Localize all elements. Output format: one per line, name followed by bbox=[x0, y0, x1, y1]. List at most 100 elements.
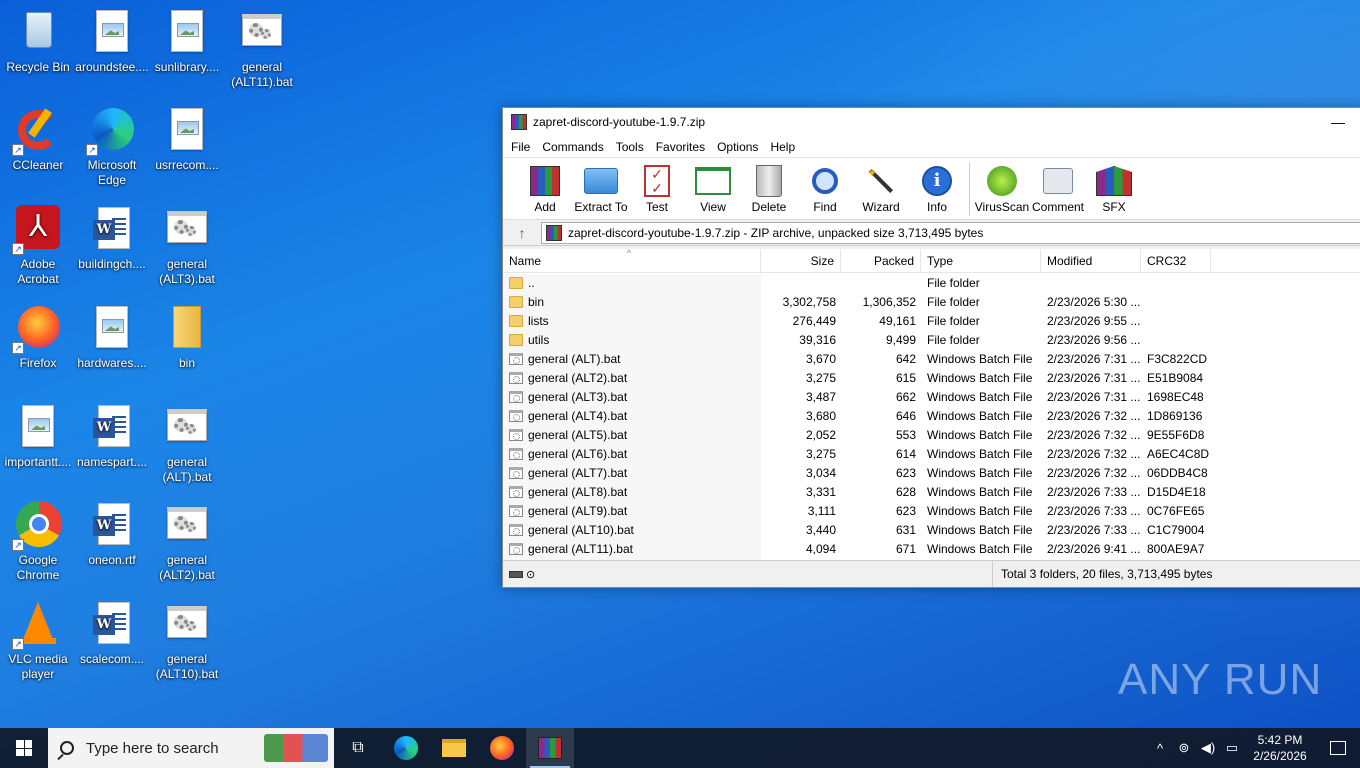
cell-size: 3,034 bbox=[805, 465, 836, 480]
notifications-button[interactable] bbox=[1316, 741, 1360, 755]
table-row[interactable]: general (ALT).bat 3,670 642 Windows Batch F… bbox=[503, 349, 1360, 368]
recycle-bin-icon bbox=[14, 8, 62, 56]
menu-file[interactable]: File bbox=[505, 140, 536, 154]
winrar-window[interactable]: zapret-discord-youtube-1.9.7.zip — File C… bbox=[502, 107, 1360, 588]
file-name: general (ALT3).bat bbox=[528, 389, 628, 404]
table-row[interactable]: general (ALT8).bat 3,331 628 Windows Batch … bbox=[503, 482, 1360, 501]
windows-logo-icon bbox=[16, 740, 32, 756]
table-row[interactable]: general (ALT9).bat 3,111 623 Windows Batch … bbox=[503, 501, 1360, 520]
desktop-icon[interactable]: general (ALT2).bat bbox=[149, 501, 225, 583]
table-row[interactable]: general (ALT2).bat 3,275 615 Windows Batch … bbox=[503, 368, 1360, 387]
search-highlight-icon[interactable] bbox=[264, 734, 328, 762]
desktop-icon[interactable]: usrrecom.... bbox=[149, 106, 225, 173]
toolbar-extract-to-button[interactable]: Extract To bbox=[573, 158, 629, 214]
menu-tools[interactable]: Tools bbox=[610, 140, 650, 154]
batch-file-icon bbox=[509, 523, 523, 536]
desktop-icon[interactable]: Wbuildingch.... bbox=[74, 205, 150, 272]
toolbar-sfx-button[interactable]: SFX bbox=[1086, 158, 1142, 214]
meet-now-icon[interactable]: ⊚ bbox=[1172, 740, 1196, 756]
key-icon[interactable]: ⊙ bbox=[526, 568, 535, 581]
desktop-icon[interactable]: aroundstee.... bbox=[74, 8, 150, 75]
desktop-icon-label: namespart.... bbox=[76, 455, 148, 469]
menu-favorites[interactable]: Favorites bbox=[650, 140, 711, 154]
desktop-icon[interactable]: ↗ VLC media player bbox=[0, 600, 76, 682]
table-row[interactable]: general (ALT11).bat 4,094 671 Windows Batch… bbox=[503, 539, 1360, 558]
task-view-button[interactable]: ⧉ bbox=[334, 728, 382, 768]
drive-icon[interactable] bbox=[509, 570, 523, 578]
toolbar-button-label: Comment bbox=[1031, 200, 1084, 214]
anyrun-watermark: ANY RUN bbox=[1118, 655, 1322, 705]
clock[interactable]: 5:42 PM 2/26/2026 bbox=[1244, 732, 1316, 764]
taskbar-edge-button[interactable] bbox=[382, 728, 430, 768]
desktop-icon-label: usrrecom.... bbox=[155, 158, 219, 172]
desktop-icon[interactable]: general (ALT).bat bbox=[149, 403, 225, 485]
column-type[interactable]: Type bbox=[921, 248, 1041, 273]
desktop-icon[interactable]: ↗ Firefox bbox=[0, 304, 76, 371]
desktop-icon[interactable]: Wscalecom.... bbox=[74, 600, 150, 667]
table-row[interactable]: general (ALT10).bat 3,440 631 Windows Batch… bbox=[503, 520, 1360, 539]
desktop-icon[interactable]: sunlibrary.... bbox=[149, 8, 225, 75]
search-box[interactable]: Type here to search bbox=[48, 728, 334, 768]
column-packed[interactable]: Packed bbox=[841, 248, 921, 273]
batch-file-icon bbox=[509, 447, 523, 460]
toolbar-wizard-button[interactable]: ✦ Wizard bbox=[853, 158, 909, 214]
desktop-icon[interactable]: ↗ CCleaner bbox=[0, 106, 76, 173]
virus-scan-icon bbox=[984, 164, 1020, 198]
desktop-icon[interactable]: ↗ Google Chrome bbox=[0, 501, 76, 583]
taskbar-winrar-button[interactable] bbox=[526, 728, 574, 768]
toolbar-add-button[interactable]: Add bbox=[517, 158, 573, 214]
menu-commands[interactable]: Commands bbox=[536, 140, 609, 154]
taskbar-firefox-button[interactable] bbox=[478, 728, 526, 768]
table-row[interactable]: general (ALT3).bat 3,487 662 Windows Batch … bbox=[503, 387, 1360, 406]
cell-modified: 2/23/2026 7:32 ... bbox=[1047, 427, 1141, 442]
taskbar-explorer-button[interactable] bbox=[430, 728, 478, 768]
desktop-icon[interactable]: general (ALT10).bat bbox=[149, 600, 225, 682]
file-rows: .. File folder bin 3,302,758 1,306,352 File f… bbox=[503, 273, 1360, 558]
table-row[interactable]: .. File folder bbox=[503, 273, 1360, 292]
toolbar-find-button[interactable]: Find bbox=[797, 158, 853, 214]
menu-help[interactable]: Help bbox=[764, 140, 801, 154]
toolbar-button-label: View bbox=[700, 200, 726, 214]
toolbar-virusscan-button[interactable]: VirusScan bbox=[974, 158, 1030, 214]
desktop-icon[interactable]: hardwares.... bbox=[74, 304, 150, 371]
table-row[interactable]: general (ALT7).bat 3,034 623 Windows Batch … bbox=[503, 463, 1360, 482]
firefox-icon bbox=[490, 736, 514, 760]
table-row[interactable]: general (ALT4).bat 3,680 646 Windows Batch … bbox=[503, 406, 1360, 425]
search-icon bbox=[60, 741, 74, 755]
desktop-icon[interactable]: ⅄ ↗ Adobe Acrobat bbox=[0, 205, 76, 287]
column-crc32[interactable]: CRC32 bbox=[1141, 248, 1211, 273]
desktop-icon[interactable]: ↗ Microsoft Edge bbox=[74, 106, 150, 188]
desktop-icon[interactable]: bin bbox=[149, 304, 225, 371]
toolbar-test-button[interactable]: ✓ ✓ Test bbox=[629, 158, 685, 214]
toolbar-info-button[interactable]: i Info bbox=[909, 158, 965, 214]
toolbar-delete-button[interactable]: Delete bbox=[741, 158, 797, 214]
volume-icon[interactable]: ◀) bbox=[1196, 740, 1220, 756]
desktop-icon[interactable]: Wnamespart.... bbox=[74, 403, 150, 470]
cell-modified: 2/23/2026 9:41 ... bbox=[1047, 541, 1141, 556]
archive-path-field[interactable]: zapret-discord-youtube-1.9.7.zip - ZIP a… bbox=[541, 221, 1360, 244]
table-row[interactable]: lists 276,449 49,161 File folder 2/23/2026 9… bbox=[503, 311, 1360, 330]
desktop-icon[interactable]: general (ALT3).bat bbox=[149, 205, 225, 287]
table-row[interactable]: general (ALT6).bat 3,275 614 Windows Batch … bbox=[503, 444, 1360, 463]
chevron-up-icon[interactable]: ^ bbox=[1148, 741, 1172, 756]
menu-options[interactable]: Options bbox=[711, 140, 764, 154]
minimize-button[interactable]: — bbox=[1315, 114, 1360, 130]
desktop-icon[interactable]: Woneon.rtf bbox=[74, 501, 150, 568]
column-size[interactable]: Size bbox=[761, 248, 841, 273]
desktop-icon[interactable]: importantt.... bbox=[0, 403, 76, 470]
toolbar-view-button[interactable]: View bbox=[685, 158, 741, 214]
network-icon[interactable]: ▭ bbox=[1220, 740, 1244, 756]
start-button[interactable] bbox=[0, 728, 48, 768]
title-bar[interactable]: zapret-discord-youtube-1.9.7.zip — bbox=[503, 108, 1360, 136]
up-arrow-icon[interactable]: ↑ bbox=[503, 225, 541, 241]
column-modified[interactable]: Modified bbox=[1041, 248, 1141, 273]
table-row[interactable]: bin 3,302,758 1,306,352 File folder 2/23/202… bbox=[503, 292, 1360, 311]
table-row[interactable]: utils 39,316 9,499 File folder 2/23/2026 9:5… bbox=[503, 330, 1360, 349]
table-row[interactable]: general (ALT5).bat 2,052 553 Windows Batch … bbox=[503, 425, 1360, 444]
file-list[interactable]: Name ^ Size Packed Type Modified CRC32 .… bbox=[503, 248, 1360, 561]
desktop-icon[interactable]: Recycle Bin bbox=[0, 8, 76, 75]
cell-size: 3,275 bbox=[805, 370, 836, 385]
column-name[interactable]: Name ^ bbox=[503, 248, 761, 273]
toolbar-comment-button[interactable]: Comment bbox=[1030, 158, 1086, 214]
desktop-icon[interactable]: general (ALT11).bat bbox=[224, 8, 300, 90]
